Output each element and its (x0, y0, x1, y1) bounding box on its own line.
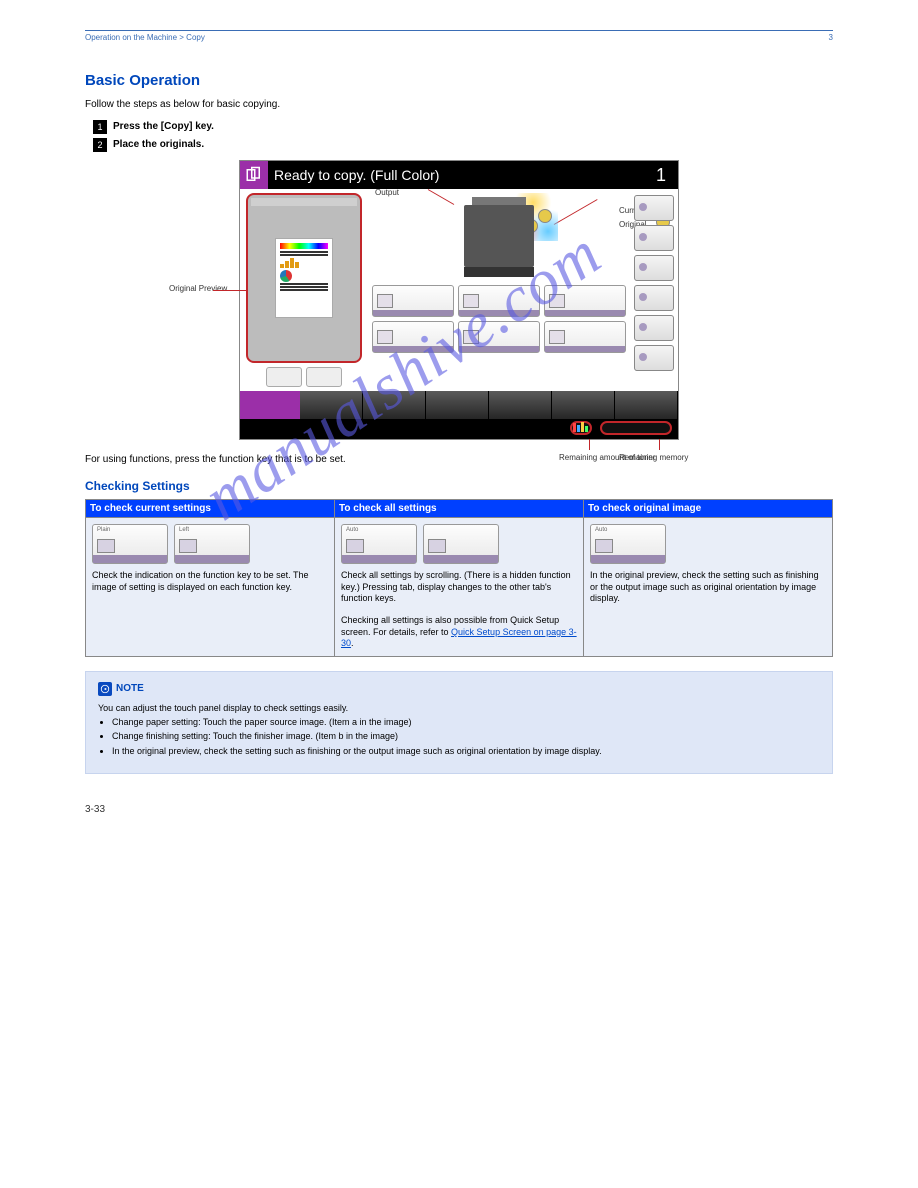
tab[interactable] (489, 391, 552, 419)
shortcut-button[interactable] (634, 225, 674, 251)
label-memory: Remaining memory (619, 453, 688, 462)
note-box: NOTE You can adjust the touch panel disp… (85, 671, 833, 774)
color-sel-icon (346, 539, 364, 553)
paper-sel-icon (428, 539, 446, 553)
copy-mode-icon (240, 161, 268, 189)
tab[interactable] (300, 391, 363, 419)
paper-icon (97, 539, 115, 553)
function-key-example: Paper Selection (423, 524, 499, 564)
shortcut-button[interactable] (634, 345, 674, 371)
note-bullet: In the original preview, check the setti… (112, 745, 820, 757)
checking-settings-table: To check current settings To check all s… (85, 499, 833, 657)
toner-status-icon[interactable] (570, 421, 592, 435)
panel-status-text: Ready to copy. (Full Color) (268, 167, 656, 183)
note-bullet: Change finishing setting: Touch the fini… (112, 730, 820, 742)
setting-badge-icon (538, 209, 552, 223)
tab[interactable] (363, 391, 426, 419)
shortcut-button[interactable] (634, 195, 674, 221)
intro-text: Follow the steps as below for basic copy… (85, 99, 833, 110)
memory-status[interactable] (600, 421, 672, 435)
note-line: You can adjust the touch panel display t… (98, 702, 820, 714)
copy-count: 1 (656, 165, 678, 186)
zoom-out-button[interactable] (266, 367, 302, 387)
page-number: 3-33 (85, 804, 833, 815)
color-sel-icon (595, 539, 613, 553)
table-header: To check current settings (86, 500, 335, 518)
function-key[interactable] (458, 285, 540, 317)
note-bullet: Change paper setting: Touch the paper so… (112, 716, 820, 728)
preview-document (276, 239, 332, 317)
sub-heading: Checking Settings (85, 479, 833, 493)
step-1-text: Press the [Copy] key. (113, 121, 214, 132)
note-title: NOTE (116, 682, 144, 696)
function-key[interactable] (372, 321, 454, 353)
function-key-example: Plain Paper (92, 524, 168, 564)
function-description: For using functions, press the function … (85, 454, 833, 465)
tab[interactable] (552, 391, 615, 419)
step-2-text: Place the originals. (113, 139, 204, 150)
function-key[interactable] (544, 285, 626, 317)
function-key[interactable] (372, 285, 454, 317)
cell-text: Check all settings by scrolling. (There … (341, 570, 577, 605)
original-preview[interactable] (246, 193, 362, 363)
tab[interactable] (426, 391, 489, 419)
function-key-example: Auto Color (341, 524, 417, 564)
function-key[interactable] (458, 321, 540, 353)
shortcut-button[interactable] (634, 255, 674, 281)
chapter-number: 3 (829, 33, 833, 42)
label-preview: Original Preview (169, 284, 227, 293)
note-icon (98, 682, 112, 696)
cell-text: In the original preview, check the setti… (590, 570, 826, 605)
table-header: To check all settings (335, 500, 584, 518)
function-key[interactable] (544, 321, 626, 353)
machine-graphic[interactable] (464, 205, 534, 267)
shortcut-button[interactable] (634, 285, 674, 311)
staple-icon (179, 539, 197, 553)
cell-note: Checking all settings is also possible f… (341, 615, 577, 650)
function-key-example: Left Staple (174, 524, 250, 564)
tabs-accent (240, 391, 300, 419)
function-key-example: Auto Color (590, 524, 666, 564)
step-1-marker: 1 (93, 120, 107, 134)
shortcut-button[interactable] (634, 315, 674, 341)
tab[interactable] (615, 391, 678, 419)
cell-text: Check the indication on the function key… (92, 570, 328, 593)
table-header: To check original image (584, 500, 833, 518)
zoom-in-button[interactable] (306, 367, 342, 387)
touch-panel: Ready to copy. (Full Color) 1 (239, 160, 679, 440)
section-title: Basic Operation (85, 72, 833, 89)
step-2-marker: 2 (93, 138, 107, 152)
breadcrumb: Operation on the Machine > Copy (85, 33, 205, 42)
